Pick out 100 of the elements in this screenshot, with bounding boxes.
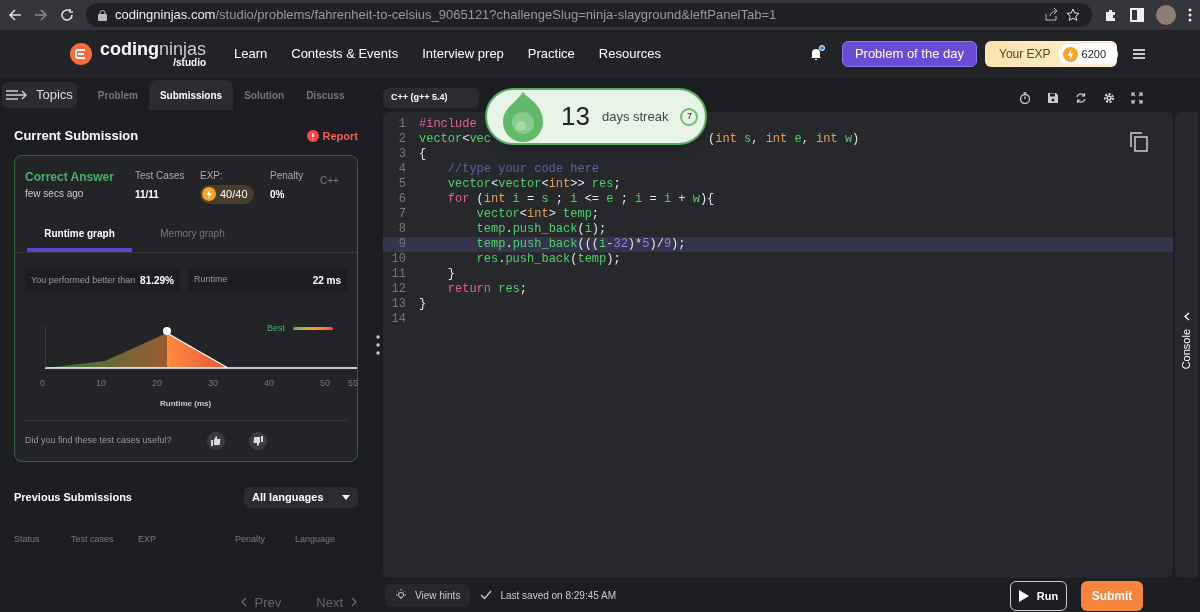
nav-link[interactable]: Interview prep xyxy=(422,44,504,64)
timer-icon[interactable] xyxy=(1019,92,1031,104)
stat-label: You performed better than xyxy=(31,274,137,286)
chevron-left-icon xyxy=(1183,312,1190,321)
exp-value: 6200 xyxy=(1081,46,1107,62)
code-text: temp.push_back(((i-32)*5)/9); xyxy=(475,237,686,252)
copy-icon[interactable] xyxy=(1130,132,1148,152)
lock-icon xyxy=(98,9,107,21)
save-icon[interactable] xyxy=(1047,92,1059,104)
code-text: } xyxy=(419,297,427,312)
lightbulb-icon xyxy=(395,589,407,601)
code-text: { xyxy=(419,147,427,162)
panel-tab[interactable]: Discuss xyxy=(295,80,356,110)
exp-label: EXP: xyxy=(200,168,224,183)
view-hints-button[interactable]: View hints xyxy=(385,583,471,607)
panel-tab[interactable]: Problem xyxy=(86,80,149,110)
stat-value: 22 ms xyxy=(312,273,341,288)
extensions-icon[interactable] xyxy=(1104,8,1118,22)
nav-link[interactable]: Resources xyxy=(598,44,661,64)
star-icon[interactable] xyxy=(1066,8,1080,22)
line-number: 3 xyxy=(397,147,407,162)
axis-tick: 50 xyxy=(320,376,330,390)
share-icon[interactable] xyxy=(1044,8,1058,22)
code-text: (int s, int e, int w) xyxy=(708,132,860,147)
url-text: codingninjas.com/studio/problems/fahrenheit-to-celsius_9065121?challengeSlug=ninja-slayground&leftPanelTab=1 xyxy=(115,6,778,25)
profile-avatar[interactable] xyxy=(1156,5,1176,25)
axis-label: Runtime (ms) xyxy=(160,397,212,410)
code-text: #include xyxy=(419,117,477,132)
sidebar-icon[interactable] xyxy=(1130,8,1144,22)
code-text: } xyxy=(446,267,455,282)
axis-tick: 40 xyxy=(264,376,274,390)
test-cases-label: Test Cases xyxy=(135,168,186,183)
stat-value: 81.29% xyxy=(140,273,174,288)
line-number: 2 xyxy=(397,132,407,147)
logo-subtext: /studio xyxy=(173,58,207,68)
forward-icon[interactable] xyxy=(34,8,48,22)
exp-pill[interactable]: Your EXP 6200 xyxy=(985,41,1117,67)
lightning-icon xyxy=(202,187,216,201)
penalty-label: Penalty xyxy=(270,168,305,183)
topics-button[interactable]: Topics xyxy=(2,82,77,108)
line-number: 14 xyxy=(390,312,407,327)
bell-icon[interactable] xyxy=(809,47,822,61)
nav-link[interactable]: Practice xyxy=(527,44,575,64)
section-title: Previous Submissions xyxy=(14,489,132,505)
run-button[interactable]: Run xyxy=(1010,581,1067,611)
resize-handle[interactable] xyxy=(375,334,380,356)
fullscreen-icon[interactable] xyxy=(1131,92,1143,104)
console-panel[interactable]: Console xyxy=(1175,112,1198,578)
code-text: vector<int> temp; xyxy=(475,207,600,222)
result-status: Correct Answer xyxy=(25,168,115,186)
report-button[interactable]: Report xyxy=(306,127,358,144)
feedback-question: Did you find these test cases useful? xyxy=(25,433,173,447)
language-selector[interactable]: C++ (g++ 5.4) xyxy=(383,88,479,108)
problem-of-the-day-button[interactable]: Problem of the day xyxy=(841,41,977,67)
last-saved-text: Last saved on 8:29:45 AM xyxy=(500,588,617,603)
axis-tick: 0 xyxy=(40,376,45,390)
code-text: temp.push_back(i); xyxy=(475,222,607,237)
logo-icon xyxy=(70,43,92,65)
menu-icon[interactable] xyxy=(1133,49,1145,59)
code-text: vector<vector<int>> res; xyxy=(446,177,621,192)
language-dropdown[interactable]: All languages xyxy=(244,486,358,508)
line-number: 1 xyxy=(397,117,407,132)
penalty-value: 0% xyxy=(270,187,286,202)
column-header: Test cases xyxy=(71,532,114,546)
line-number: 4 xyxy=(397,162,407,177)
back-icon[interactable] xyxy=(8,8,22,22)
result-time: few secs ago xyxy=(25,186,85,201)
line-number: 11 xyxy=(390,267,407,282)
column-header: Penalty xyxy=(235,532,266,546)
caret-icon xyxy=(342,494,350,500)
panel-tab[interactable]: Solution xyxy=(233,80,296,110)
thumbs-down-button[interactable] xyxy=(249,431,267,450)
nav-link[interactable]: Contests & Events xyxy=(291,44,399,64)
nav-link[interactable]: Learn xyxy=(234,44,268,64)
streak-badge: 7 xyxy=(680,107,699,126)
language-label: C++ xyxy=(320,173,339,188)
reset-icon[interactable] xyxy=(1075,92,1087,104)
menu-icon[interactable] xyxy=(1188,8,1192,22)
line-number: 5 xyxy=(397,177,407,192)
line-number: 7 xyxy=(397,207,407,222)
streak-label: days streak xyxy=(601,107,669,126)
section-title: Current Submission xyxy=(14,127,139,145)
stat-label: Runtime xyxy=(194,273,229,287)
graph-tab[interactable]: Runtime graph xyxy=(27,219,132,252)
line-number: 12 xyxy=(390,282,407,297)
line-number: 10 xyxy=(390,252,407,267)
thumbs-up-button[interactable] xyxy=(207,431,225,450)
thumbs-up-icon xyxy=(211,435,221,446)
graph-tab[interactable]: Memory graph xyxy=(140,219,245,252)
column-header: EXP xyxy=(138,532,156,546)
exp-chip: 40/40 xyxy=(200,184,254,204)
line-number: 13 xyxy=(390,297,407,312)
menu-arrow-icon xyxy=(6,89,28,101)
alert-icon xyxy=(306,129,319,142)
lightning-icon xyxy=(1062,46,1078,62)
line-number: 9 xyxy=(397,237,407,252)
panel-tab[interactable]: Submissions xyxy=(148,80,234,110)
reload-icon[interactable] xyxy=(60,8,74,22)
test-cases-value: 11/11 xyxy=(135,187,160,202)
address-bar[interactable]: codingninjas.com/studio/problems/fahrenheit-to-celsius_9065121?challengeSlug=ninja-slayground&leftPanelTab=1 xyxy=(86,3,1092,27)
